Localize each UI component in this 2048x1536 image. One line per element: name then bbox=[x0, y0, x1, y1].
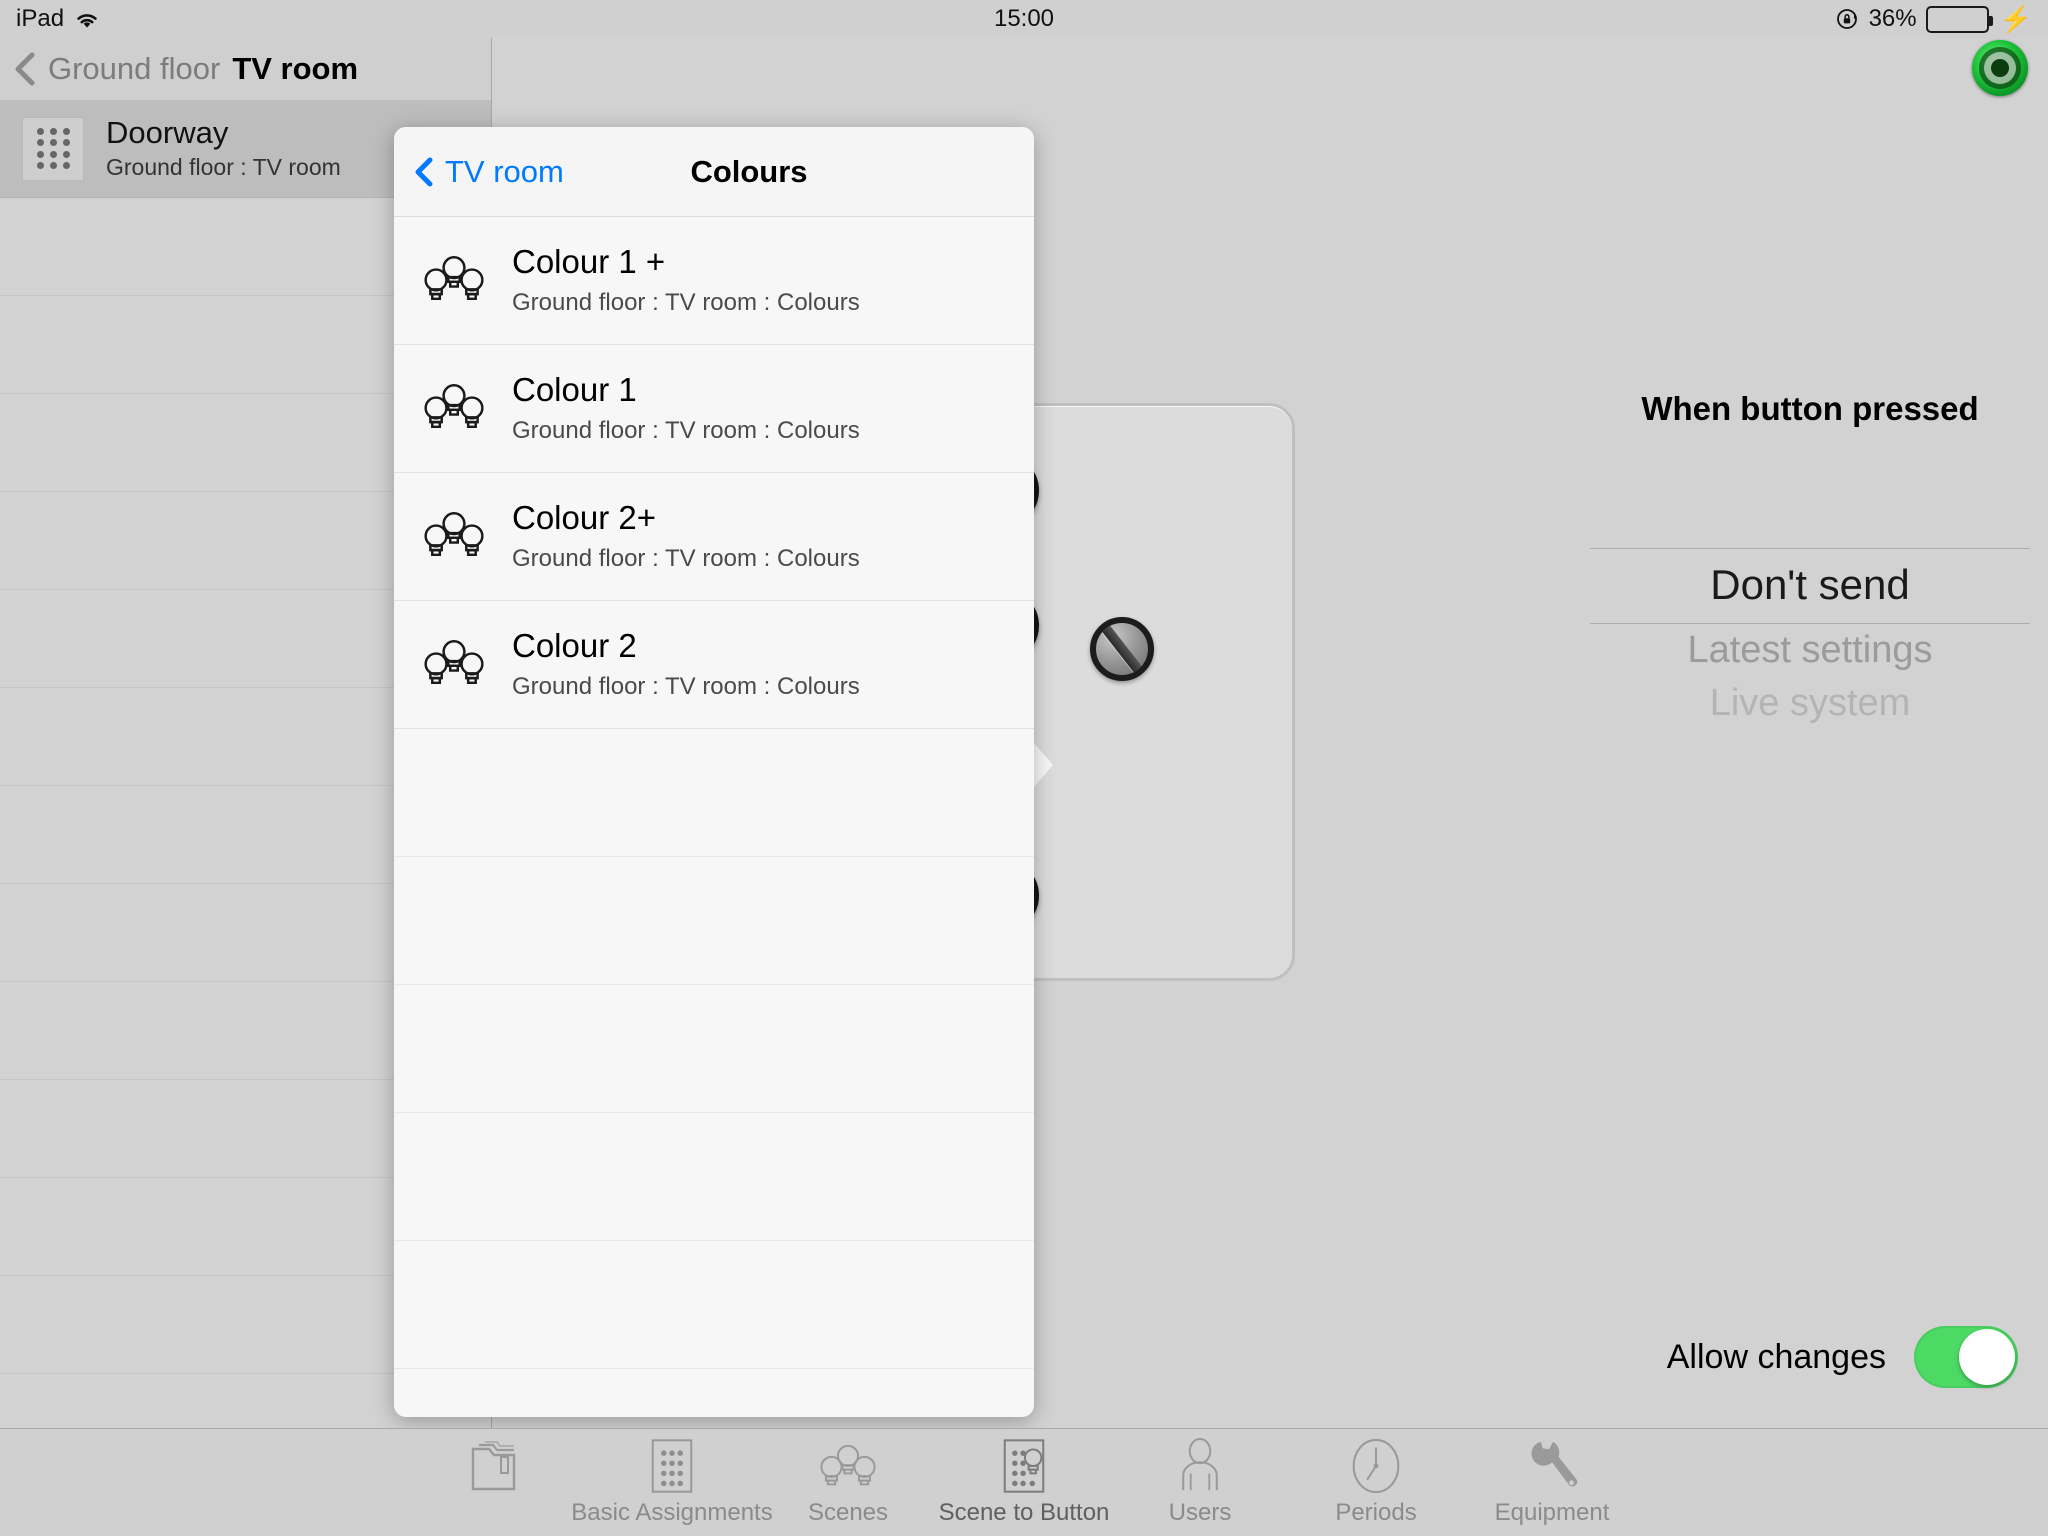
picker-option-live-system[interactable]: Live system bbox=[1590, 677, 2030, 730]
list-item-subtitle: Ground floor : TV room bbox=[106, 154, 341, 181]
popover-item-name: Colour 1 bbox=[512, 370, 637, 408]
tab-label: Basic Assignments bbox=[571, 1499, 773, 1526]
tab-label: Scene to Button bbox=[938, 1499, 1110, 1526]
popover-list-item[interactable]: Colour 1 Ground floor : TV room : Colours bbox=[394, 345, 1034, 473]
tab-equipment[interactable]: Equipment bbox=[1464, 1429, 1640, 1536]
picker-option-latest-settings[interactable]: Latest settings bbox=[1590, 624, 2030, 677]
popover-list-item-empty bbox=[394, 1113, 1034, 1241]
battery-percent-label: 36% bbox=[1868, 5, 1917, 32]
user-icon bbox=[1173, 1435, 1227, 1497]
tab-label: Equipment bbox=[1494, 1499, 1610, 1526]
breadcrumb[interactable]: Ground floor bbox=[48, 51, 220, 87]
when-button-pressed-panel: When button pressed Don't send Latest se… bbox=[1590, 390, 2030, 730]
tab-periods[interactable]: Periods bbox=[1288, 1429, 1464, 1536]
popover-list-item-empty bbox=[394, 857, 1034, 985]
folders-icon bbox=[461, 1435, 531, 1497]
list-item-title: Doorway bbox=[106, 114, 229, 150]
clock-icon bbox=[1349, 1435, 1403, 1497]
faceplate-screw bbox=[1090, 617, 1154, 681]
send-mode-picker[interactable]: Don't send Latest settings Live system bbox=[1590, 548, 2030, 730]
colours-popover: TV room Colours Colour 1 + Ground floor :… bbox=[394, 127, 1034, 1497]
popover-list-item-empty bbox=[394, 1241, 1034, 1369]
popover-item-name: Colour 2 bbox=[512, 626, 637, 664]
popover-list-item[interactable]: Colour 1 + Ground floor : TV room : Colou… bbox=[394, 217, 1034, 345]
three-bulbs-icon bbox=[420, 635, 488, 695]
lightning-bolt-icon: ⚡ bbox=[1999, 4, 2032, 34]
status-bar-right: 36% ⚡ bbox=[1836, 5, 2032, 33]
popover-item-path: Ground floor : TV room : Colours bbox=[512, 289, 860, 317]
tab-label: Periods bbox=[1335, 1499, 1417, 1526]
popover-back-button[interactable]: TV room bbox=[394, 154, 564, 190]
popover-header: TV room Colours bbox=[394, 127, 1034, 217]
popover-list-item-empty bbox=[394, 729, 1034, 857]
three-bulbs-icon bbox=[420, 379, 488, 439]
keypad-grid-icon bbox=[650, 1435, 694, 1497]
page-title: TV room bbox=[232, 51, 359, 86]
three-bulbs-icon bbox=[420, 507, 488, 567]
allow-changes-toggle[interactable] bbox=[1914, 1326, 2018, 1388]
chevron-left-icon bbox=[414, 157, 433, 187]
popover-back-label: TV room bbox=[445, 153, 564, 189]
list-item-text: Doorway Ground floor : TV room bbox=[106, 114, 341, 182]
allow-changes-label: Allow changes bbox=[1666, 1337, 1886, 1376]
keypad-grid-icon bbox=[22, 116, 84, 181]
popover-item-text: Colour 2 Ground floor : TV room : Colours bbox=[512, 626, 860, 701]
popover-item-text: Colour 2+ Ground floor : TV room : Colour… bbox=[512, 498, 860, 573]
app-logo bbox=[1972, 40, 2028, 96]
popover-item-name: Colour 1 + bbox=[512, 242, 666, 280]
tab-users[interactable]: Users bbox=[1112, 1429, 1288, 1536]
popover-item-path: Ground floor : TV room : Colours bbox=[512, 417, 860, 445]
popover-list-item[interactable]: Colour 2+ Ground floor : TV room : Colour… bbox=[394, 473, 1034, 601]
rotation-lock-icon bbox=[1836, 7, 1860, 31]
tab-label: Scenes bbox=[807, 1499, 889, 1526]
tab-scene-to-button[interactable]: Scene to Button bbox=[936, 1429, 1112, 1536]
status-bar: iPad 15:00 36% ⚡ bbox=[0, 0, 2048, 38]
three-bulbs-icon bbox=[815, 1435, 881, 1497]
popover-item-name: Colour 2+ bbox=[512, 498, 657, 536]
popover-list: Colour 1 + Ground floor : TV room : Colou… bbox=[394, 217, 1034, 1497]
status-bar-clock: 15:00 bbox=[993, 5, 1055, 32]
three-bulbs-icon bbox=[420, 251, 488, 311]
picker-selected-value[interactable]: Don't send bbox=[1590, 549, 2030, 623]
app-root: iPad 15:00 36% ⚡ Ground floor TV room Do… bbox=[0, 0, 2048, 1536]
toggle-knob bbox=[1959, 1329, 2015, 1385]
left-pane-navbar: Ground floor TV room bbox=[0, 38, 492, 100]
chevron-left-icon[interactable] bbox=[14, 52, 36, 86]
popover-item-text: Colour 1 + Ground floor : TV room : Colou… bbox=[512, 242, 860, 317]
popover-list-item[interactable]: Colour 2 Ground floor : TV room : Colours bbox=[394, 601, 1034, 729]
battery-icon bbox=[1925, 5, 1993, 33]
tab-bar: Basic Assignments Scenes Scene to Button… bbox=[0, 1428, 2048, 1536]
popover-item-path: Ground floor : TV room : Colours bbox=[512, 673, 860, 701]
panel-title: When button pressed bbox=[1641, 390, 1979, 427]
keypad-bulb-icon bbox=[1002, 1435, 1046, 1497]
popover-list-item-empty bbox=[394, 985, 1034, 1113]
allow-changes-control: Allow changes bbox=[1667, 1326, 2018, 1388]
popover-item-path: Ground floor : TV room : Colours bbox=[512, 545, 860, 573]
wrench-icon bbox=[1525, 1435, 1579, 1497]
tab-basic-assignments[interactable]: Basic Assignments bbox=[571, 1429, 773, 1536]
tab-scenes[interactable]: Scenes bbox=[760, 1429, 936, 1536]
popover-item-text: Colour 1 Ground floor : TV room : Colours bbox=[512, 370, 860, 445]
tab-folders[interactable] bbox=[408, 1429, 584, 1536]
tab-label: Users bbox=[1168, 1499, 1232, 1526]
